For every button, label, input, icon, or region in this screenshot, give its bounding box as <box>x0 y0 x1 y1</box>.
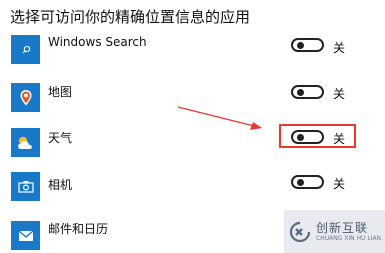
toggle-knob <box>297 42 304 49</box>
location-toggle[interactable] <box>291 85 324 99</box>
toggle-state-label: 关 <box>333 177 346 191</box>
toggle-knob <box>297 89 304 96</box>
weather-icon <box>11 128 40 157</box>
app-row-windows-search: Windows Search 关 <box>0 30 385 70</box>
app-name: 邮件和日历 <box>48 222 109 236</box>
camera-icon <box>11 172 40 201</box>
watermark: 创新互联 CHUANG XIN HU LIAN <box>284 210 385 253</box>
location-toggle[interactable] <box>291 38 324 52</box>
app-name: 相机 <box>48 178 73 192</box>
app-name: 地图 <box>48 85 73 99</box>
watermark-logo-icon <box>289 221 311 242</box>
toggle-state-label: 关 <box>333 87 346 101</box>
annotation-arrow <box>177 106 262 130</box>
location-toggle[interactable] <box>291 175 324 189</box>
watermark-subtext: CHUANG XIN HU LIAN <box>316 234 382 242</box>
map-pin-icon <box>11 83 40 112</box>
app-name: Windows Search <box>48 35 147 49</box>
toggle-state-label: 关 <box>333 41 346 55</box>
app-name: 天气 <box>48 131 73 145</box>
app-row-camera: 相机 关 <box>0 167 385 207</box>
watermark-text: 创新互联 <box>316 220 369 235</box>
toggle-knob <box>297 179 304 186</box>
page-heading: 选择可访问你的精确位置信息的应用 <box>10 8 251 26</box>
search-icon <box>11 35 40 64</box>
highlight-box <box>279 124 356 148</box>
mail-icon <box>11 221 40 250</box>
